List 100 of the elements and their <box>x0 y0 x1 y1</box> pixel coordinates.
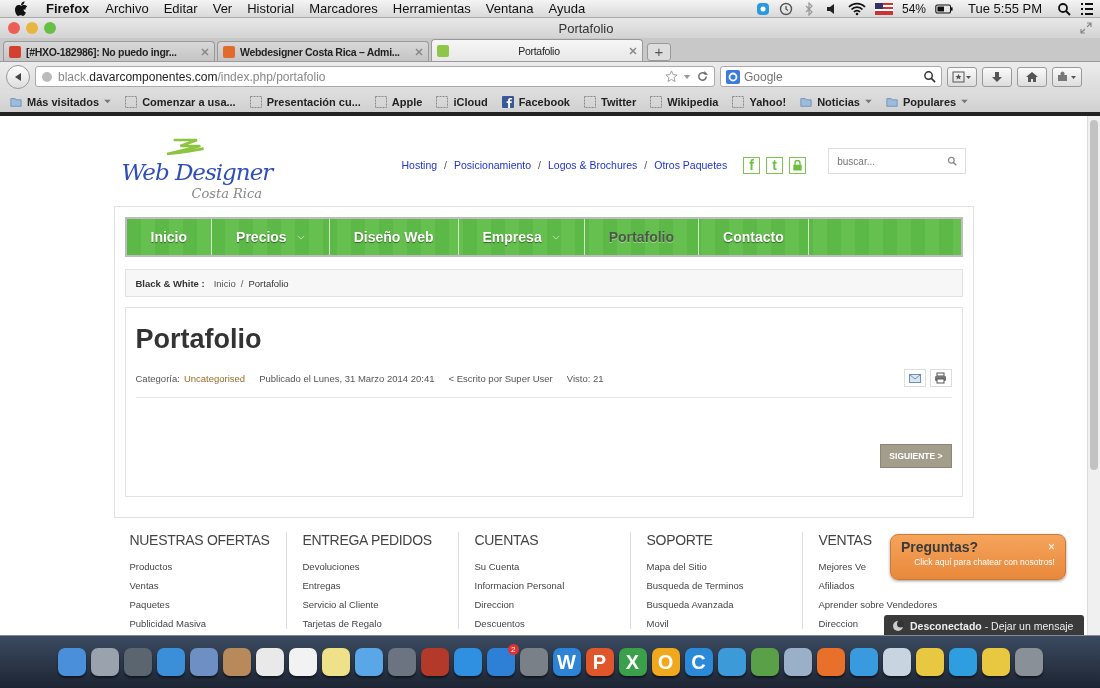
fullscreen-icon[interactable] <box>1080 22 1092 34</box>
wifi-icon[interactable] <box>848 1 866 16</box>
bookmark-item[interactable]: Presentación cu... <box>249 95 361 108</box>
apple-icon[interactable] <box>14 0 28 17</box>
close-window-button[interactable] <box>8 22 20 34</box>
app-icon[interactable] <box>882 648 911 676</box>
menu-item[interactable]: Editar <box>163 1 198 16</box>
menu-item[interactable]: Ayuda <box>548 1 586 16</box>
top-link[interactable]: Hosting <box>401 159 438 171</box>
app-icon[interactable] <box>354 648 383 676</box>
app-icon[interactable] <box>255 648 284 676</box>
app-icon[interactable] <box>783 648 812 676</box>
address-bar[interactable]: black.davarcomponentes.com/index.php/portafolio <box>35 66 715 87</box>
site-logo[interactable]: Web Designer Costa Rica <box>121 121 312 201</box>
top-link[interactable]: Posicionamiento <box>454 159 532 171</box>
new-tab-button[interactable]: + <box>647 43 671 61</box>
app-icon[interactable]: P <box>585 648 614 676</box>
search-input[interactable]: Google <box>744 69 919 84</box>
footer-link[interactable]: Informacion Personal <box>474 580 565 591</box>
bookmark-label: Noticias <box>817 95 860 108</box>
chat-bubble[interactable]: Preguntas? × Click aquí para chatear con nosotros! <box>890 534 1066 580</box>
reload-icon[interactable] <box>696 70 709 83</box>
menu-clock[interactable]: Tue 5:55 PM <box>968 1 1042 16</box>
bookmark-item[interactable]: Noticias <box>800 95 872 108</box>
app-icon[interactable] <box>90 648 119 676</box>
back-button[interactable] <box>6 64 30 89</box>
site-search-bar[interactable]: buscar... <box>828 148 967 174</box>
menu-item[interactable]: Herramientas <box>392 1 471 16</box>
app-icon[interactable] <box>288 648 317 676</box>
footer-link[interactable]: Mapa del Sitio <box>646 561 707 572</box>
bookmark-item[interactable]: iCloud <box>436 95 488 108</box>
article-title: Portafolio <box>135 324 263 355</box>
folder-icon <box>800 95 813 108</box>
footer-link[interactable]: Ventas <box>129 580 159 591</box>
footer-link[interactable]: Su Cuenta <box>474 561 520 572</box>
menu-item[interactable]: Historial <box>247 1 295 16</box>
bookmark-item[interactable]: Yahoo! <box>732 95 787 108</box>
footer-link[interactable]: Direccion <box>474 599 515 610</box>
view-count: Visto: 21 <box>566 372 604 384</box>
app-icon[interactable]: W <box>552 648 581 676</box>
footer-link[interactable]: Servicio al Cliente <box>302 599 379 610</box>
app-icon[interactable] <box>981 648 1010 676</box>
menu-item[interactable]: Archivo <box>105 1 149 16</box>
published-date: Publicado el Lunes, 31 Marzo 2014 20:41 <box>259 372 435 384</box>
search-icon[interactable] <box>1057 1 1071 16</box>
category-link[interactable]: Uncategorised <box>183 372 246 384</box>
footer-link[interactable]: Afiliados <box>818 580 855 591</box>
addon-button[interactable] <box>1052 66 1082 87</box>
footer-link[interactable]: Movil <box>646 618 669 629</box>
top-link[interactable]: Otros Paquetes <box>654 159 728 171</box>
home-button[interactable] <box>1017 66 1047 87</box>
footer-link[interactable]: Entregas <box>302 580 341 591</box>
email-button[interactable] <box>903 369 926 387</box>
footer-link[interactable]: Direccion <box>818 618 859 629</box>
list-icon[interactable] <box>1080 1 1094 16</box>
bookmark-item[interactable]: Wikipedia <box>650 95 719 108</box>
print-button[interactable] <box>929 369 952 387</box>
browser-tab[interactable]: Portafolio <box>431 39 643 61</box>
footer-link[interactable]: Productos <box>129 561 173 572</box>
footer-link[interactable]: Tarjetas de Regalo <box>302 618 382 629</box>
bookmark-item[interactable]: Comenzar a usa... <box>125 95 236 108</box>
bookmarks-button[interactable] <box>947 66 977 87</box>
footer-link[interactable]: Busqueda Avanzada <box>646 599 734 610</box>
menu-item[interactable]: Ventana <box>485 1 534 16</box>
app-icon[interactable] <box>321 648 350 676</box>
menu-app-name[interactable]: Firefox <box>46 1 90 16</box>
footer-link[interactable]: Devoluciones <box>302 561 360 572</box>
chat-status-bar[interactable]: Desconectado - Dejar un mensaje <box>884 615 1084 635</box>
footer-link[interactable]: Publicidad Masiva <box>129 618 207 629</box>
scroll-thumb[interactable] <box>1090 120 1098 470</box>
browser-tab[interactable]: Webdesigner Costa Rica – Admi... <box>217 41 429 61</box>
footer-link[interactable]: Aprender sobre Vendedores <box>818 599 938 610</box>
top-link[interactable]: Logos & Brochures <box>548 159 638 171</box>
app-icon[interactable] <box>915 648 944 676</box>
battery-icon[interactable] <box>935 1 954 16</box>
bookmark-item[interactable]: Twitter <box>584 95 637 108</box>
search-bar[interactable]: Google <box>720 66 942 87</box>
footer-link[interactable]: Paquetes <box>129 599 170 610</box>
breadcrumb-link[interactable]: Portafolio <box>248 277 289 289</box>
bookmark-item[interactable]: Más visitados <box>10 95 112 108</box>
app-icon[interactable]: C <box>684 648 713 676</box>
footer-heading: SOPORTE <box>646 532 713 548</box>
footer-link[interactable]: Descuentos <box>474 618 525 629</box>
footer-link[interactable]: Mejores Ve <box>818 561 867 572</box>
bookmark-item[interactable]: Facebook <box>501 95 570 108</box>
scrollbar[interactable] <box>1087 116 1100 635</box>
menu-item[interactable]: Marcadores <box>309 1 378 16</box>
menu-item[interactable]: Ver <box>212 1 233 16</box>
downloads-button[interactable] <box>982 66 1012 87</box>
bookmark-label: Comenzar a usa... <box>142 95 236 108</box>
close-icon[interactable] <box>629 46 637 55</box>
breadcrumb-link[interactable]: Inicio <box>213 277 236 289</box>
browser-tab[interactable]: [#HXO-182986]: No puedo ingr... <box>3 41 215 61</box>
clock-icon[interactable] <box>779 1 793 16</box>
star-icon[interactable] <box>665 70 678 83</box>
bookmark-item[interactable]: Populares <box>885 95 969 108</box>
footer-link[interactable]: Busqueda de Terminos <box>646 580 744 591</box>
flag-icon[interactable] <box>875 1 893 16</box>
bookmark-item[interactable]: Apple <box>374 95 423 108</box>
search-icon[interactable] <box>923 70 936 83</box>
